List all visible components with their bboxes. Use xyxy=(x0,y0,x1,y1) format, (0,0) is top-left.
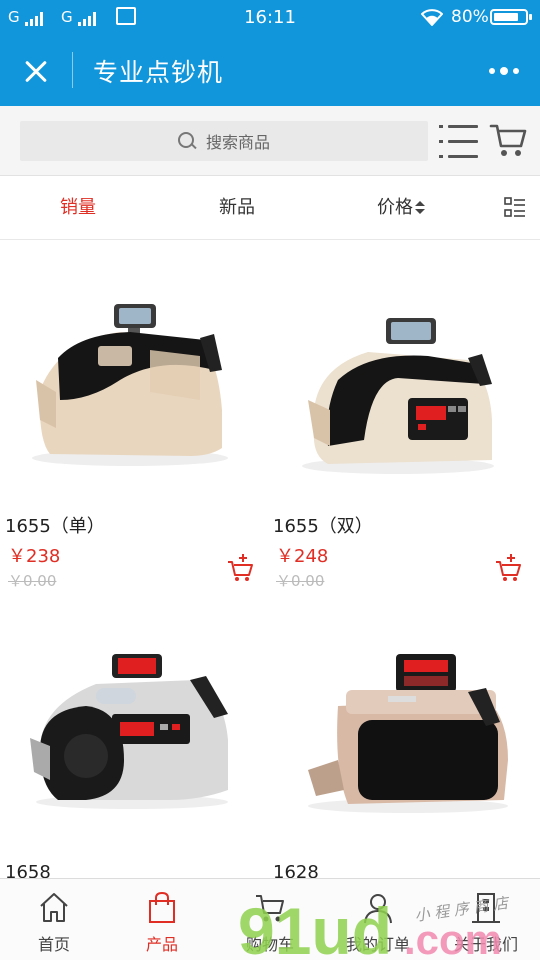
product-name: 1655（单） xyxy=(5,516,105,537)
product-image[interactable] xyxy=(0,610,266,860)
product-price: ￥248 xyxy=(276,546,329,567)
product-image[interactable] xyxy=(268,610,534,860)
bag-icon xyxy=(149,891,175,923)
search-input[interactable]: 搜索商品 xyxy=(20,121,428,161)
product-name: 1655（双） xyxy=(273,516,373,537)
add-to-cart-icon[interactable] xyxy=(226,552,254,582)
nav-orders[interactable]: 我的订单 xyxy=(324,879,432,961)
list-icon[interactable] xyxy=(439,123,478,161)
battery-level xyxy=(494,13,518,21)
sort-arrows-icon xyxy=(415,201,425,215)
tab-new[interactable]: 新品 xyxy=(219,176,255,240)
divider xyxy=(72,52,73,88)
page-title: 专业点钞机 xyxy=(93,58,224,87)
title-bar: 专业点钞机 xyxy=(0,36,540,106)
nav-products-label: 产品 xyxy=(145,935,178,954)
nav-about[interactable]: 关于我们 xyxy=(432,879,540,961)
search-row: 搜索商品 xyxy=(0,106,540,176)
tab-new-label: 新品 xyxy=(219,197,255,218)
battery-percent: 80% xyxy=(451,7,489,27)
wifi-icon xyxy=(421,9,443,26)
bottom-nav: 首页 产品 购物车 我的订单 关于我们 xyxy=(0,878,540,960)
close-icon[interactable] xyxy=(14,49,58,93)
search-placeholder: 搜索商品 xyxy=(205,133,270,152)
more-dots-icon[interactable] xyxy=(484,58,524,84)
sort-bar: 销量 新品 价格 xyxy=(0,176,540,240)
cart-icon xyxy=(256,895,284,922)
nav-about-label: 关于我们 xyxy=(453,935,518,954)
product-card[interactable]: 1658 xyxy=(0,610,266,883)
status-bar: G G 16:11 80% xyxy=(0,0,540,36)
tab-sales[interactable]: 销量 xyxy=(60,176,96,240)
nav-home[interactable]: 首页 xyxy=(0,879,108,961)
product-price: ￥238 xyxy=(8,546,61,567)
product-card[interactable]: 1655（单） ￥238 ￥0.00 xyxy=(0,260,266,600)
tab-price[interactable]: 价格 xyxy=(377,176,425,240)
layout-toggle-icon[interactable] xyxy=(504,197,526,219)
product-image[interactable] xyxy=(0,260,266,510)
tab-sales-label: 销量 xyxy=(60,197,96,218)
tab-price-label: 价格 xyxy=(377,197,413,218)
add-to-cart-icon[interactable] xyxy=(494,552,522,582)
search-icon xyxy=(177,132,196,150)
nav-orders-label: 我的订单 xyxy=(345,935,410,954)
nav-cart[interactable]: 购物车 xyxy=(216,879,324,961)
top-bar: G G 16:11 80% 专业点钞机 xyxy=(0,0,540,106)
product-image[interactable] xyxy=(268,260,534,510)
nav-home-label: 首页 xyxy=(37,935,70,954)
battery-icon xyxy=(490,9,532,25)
nav-products[interactable]: 产品 xyxy=(108,879,216,961)
product-original-price: ￥0.00 xyxy=(276,572,325,590)
nav-cart-label: 购物车 xyxy=(245,935,294,954)
product-card[interactable]: 1628 xyxy=(268,610,534,883)
home-icon xyxy=(40,893,68,922)
cart-icon[interactable] xyxy=(488,120,528,160)
building-icon xyxy=(472,893,500,923)
user-icon xyxy=(364,894,392,924)
product-original-price: ￥0.00 xyxy=(8,572,57,590)
product-card[interactable]: 1655（双） ￥248 ￥0.00 xyxy=(268,260,534,600)
